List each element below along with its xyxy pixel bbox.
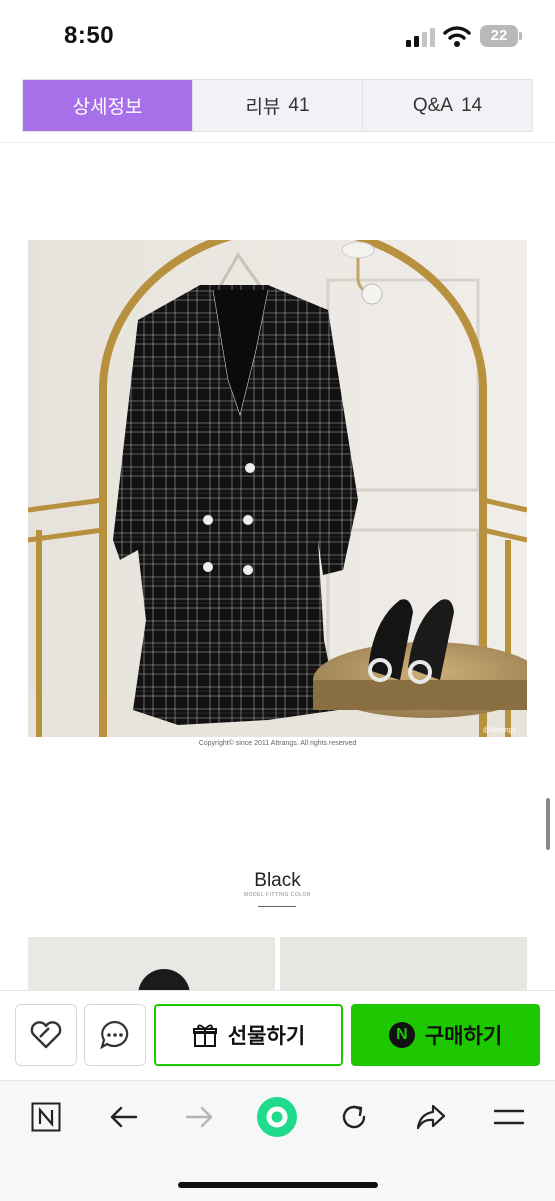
share-icon[interactable] [409,1095,453,1139]
home-circle-icon[interactable] [255,1095,299,1139]
gift-button[interactable]: 선물하기 [154,1004,343,1066]
cellular-signal-icon [406,28,435,47]
battery-icon: 22 [480,25,518,47]
color-subtitle: MODEL FITTING COLOR [243,892,312,898]
tab-label: 상세정보 [72,97,143,118]
wifi-icon [443,26,471,47]
divider [0,142,555,143]
detail-tabs: 상세정보 리뷰 41 Q&A 14 [22,79,533,132]
gift-label: 선물하기 [227,1025,306,1048]
tab-count: 14 [460,94,483,116]
heart-icon [30,1021,62,1049]
color-underline [258,906,296,907]
tab-count: 41 [288,94,310,116]
tab-label: 리뷰 [245,97,281,118]
menu-icon[interactable] [487,1095,531,1139]
wishlist-button[interactable] [15,1004,77,1066]
chat-bubble-icon [100,1020,129,1050]
tab-qna[interactable]: Q&A 14 [363,80,532,131]
scrollbar[interactable] [546,798,550,850]
status-time: 8:50 [64,22,115,49]
battery-tip [519,32,522,40]
photo-watermark: @Attrangs [483,727,517,734]
forward-arrow-icon[interactable] [178,1095,222,1139]
product-photo: @Attrangs [28,240,527,737]
gift-icon [192,1024,217,1047]
back-arrow-icon[interactable] [101,1095,145,1139]
tab-label: Q&A [412,94,453,116]
buy-label: 구매하기 [424,1025,503,1048]
copyright-caption: Copyright© since 2011 Attrangs. All righ… [198,740,357,747]
home-indicator [178,1182,378,1188]
tab-details[interactable]: 상세정보 [23,80,193,131]
buy-button[interactable]: N 구매하기 [351,1004,540,1066]
tab-reviews[interactable]: 리뷰 41 [193,80,363,131]
chat-button[interactable] [84,1004,146,1066]
naver-n-icon[interactable] [24,1095,68,1139]
tweed-coat-illustration: @Attrangs [28,240,527,737]
naver-pay-icon: N [388,1022,415,1048]
refresh-icon[interactable] [332,1095,376,1139]
battery-level: 22 [490,27,508,44]
color-title: Black [254,870,301,891]
